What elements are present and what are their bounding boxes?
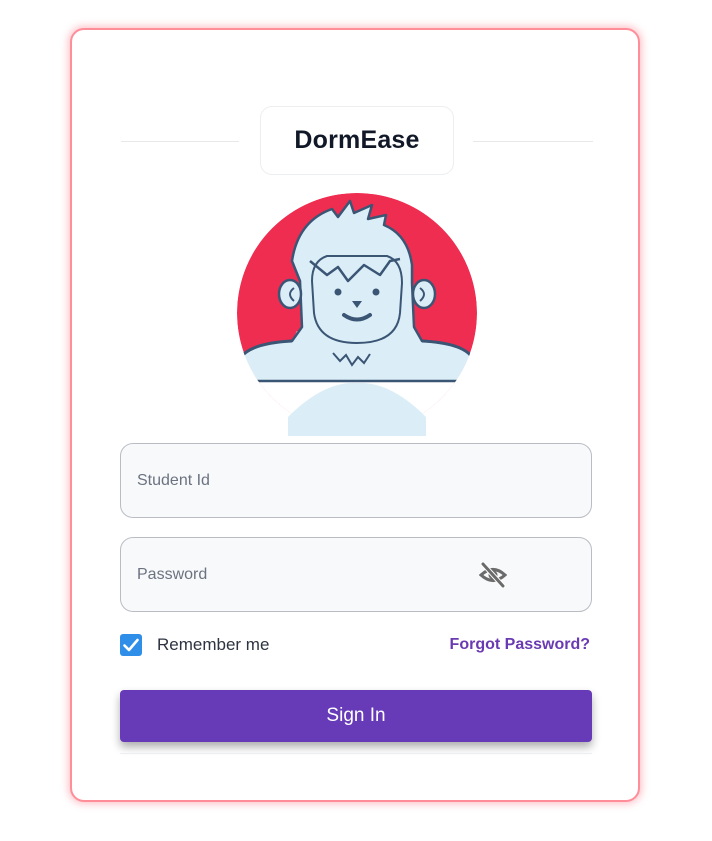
- brand-title: DormEase: [294, 126, 420, 154]
- remember-label: Remember me: [157, 635, 270, 654]
- remember-me-option[interactable]: Remember me: [120, 634, 269, 656]
- forgot-password-link[interactable]: Forgot Password?: [450, 636, 590, 654]
- bottom-divider: [120, 753, 592, 754]
- brand-divider-left: [121, 141, 239, 142]
- brand-divider-right: [473, 141, 593, 142]
- student-id-field: [120, 443, 592, 518]
- yeti-mascot-icon: [232, 191, 482, 436]
- login-card: DormEase Student Id Remember me Forgot P…: [70, 28, 640, 802]
- brand-box: DormEase: [260, 106, 454, 175]
- check-icon: [123, 638, 139, 652]
- sign-in-button[interactable]: Sign In: [120, 690, 592, 742]
- password-field: [120, 537, 592, 612]
- eye-off-icon[interactable]: [478, 561, 508, 589]
- remember-checkbox[interactable]: [120, 634, 142, 656]
- student-id-input[interactable]: [121, 444, 591, 517]
- password-input[interactable]: [121, 538, 591, 611]
